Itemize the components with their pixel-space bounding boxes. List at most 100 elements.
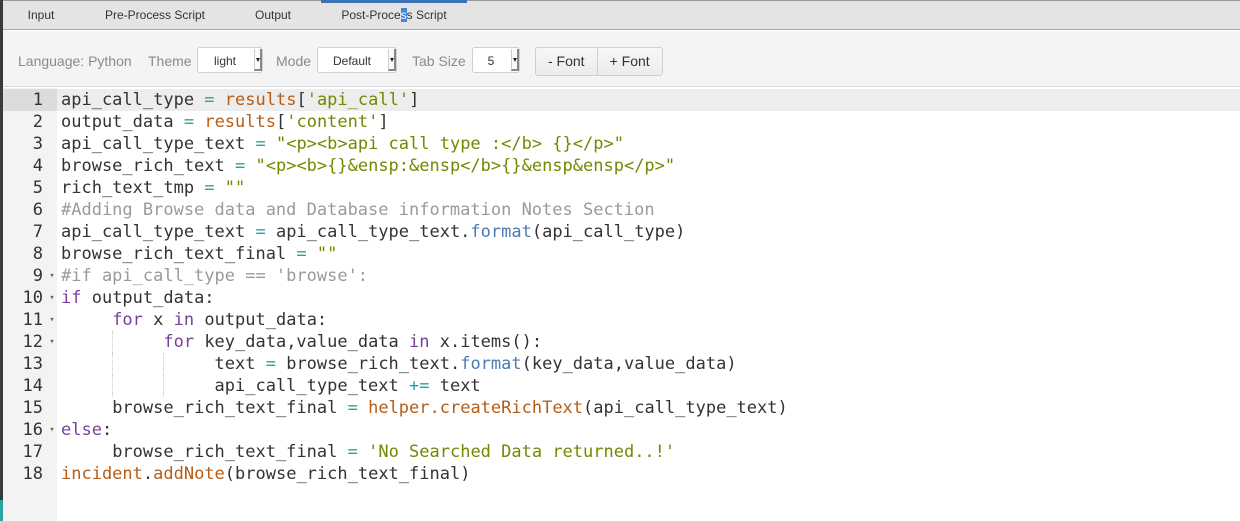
code-token: browse_rich_text_final <box>61 244 297 264</box>
code-token: results <box>204 112 276 132</box>
code-token: api_call_type_text <box>61 222 256 242</box>
code-token: [ <box>296 90 307 110</box>
decrease-font-button[interactable]: - Font <box>536 48 597 75</box>
code-text: api_call_type_text = api_call_type_text.… <box>61 221 685 243</box>
code-token: #Adding Browse data and Database informa… <box>61 200 655 220</box>
code-token: = <box>347 442 358 462</box>
code-line[interactable]: 2 output_data = results['content'] <box>3 111 1240 133</box>
code-token: api_call_type <box>61 90 205 110</box>
code-token: results <box>224 90 297 110</box>
tab-label-part: Post-Proce <box>341 8 401 22</box>
code-line[interactable]: 4 browse_rich_text = "<p><b>{}&ensp:&ensp… <box>3 155 1240 177</box>
tab-post-process-script[interactable]: Post-Process Script <box>321 0 467 30</box>
code-line[interactable]: 10 ▾ if output_data: <box>3 287 1240 309</box>
line-number: 7 <box>32 222 43 242</box>
code-line[interactable]: 1 api_call_type = results['api_call'] <box>3 89 1240 111</box>
line-number: 1 <box>3 89 57 111</box>
code-text: if output_data: <box>61 287 215 309</box>
code-line[interactable]: 7 api_call_type_text = api_call_type_text… <box>3 221 1240 243</box>
mode-select[interactable]: Default <box>317 47 397 73</box>
code-token: 'content' <box>286 112 379 132</box>
code-token: = <box>183 112 195 132</box>
line-number: 18 <box>22 464 43 484</box>
theme-label: Theme <box>148 53 192 69</box>
indent-guide <box>112 353 114 375</box>
fold-toggle-icon[interactable]: ▾ <box>47 265 57 287</box>
code-token: browse_rich_text. <box>275 354 461 374</box>
code-text: else: <box>61 419 112 441</box>
line-number: 13 <box>22 354 43 374</box>
code-token: browse_rich_text_final <box>112 442 348 462</box>
indent-guide <box>112 331 114 353</box>
code-token: = <box>204 178 215 198</box>
font-size-button-group: - Font + Font <box>535 47 663 76</box>
theme-select[interactable]: light <box>197 47 263 73</box>
code-token: (browse_rich_text_final) <box>224 464 471 484</box>
code-line[interactable]: 3 api_call_type_text = "<p><b>api call ty… <box>3 133 1240 155</box>
code-token: = <box>255 134 266 154</box>
tab-label-part: s Script <box>406 8 447 22</box>
code-line[interactable]: 12 ▾ for key_data,value_data in x.items()… <box>3 331 1240 353</box>
fold-toggle-icon[interactable]: ▾ <box>47 331 57 353</box>
code-token: else <box>61 420 102 440</box>
code-line[interactable]: 11 ▾ for x in output_data: <box>3 309 1240 331</box>
code-text: api_call_type_text = "<p><b>api call typ… <box>61 133 624 155</box>
code-text: #if api_call_type == 'browse': <box>61 265 368 287</box>
tab-input[interactable]: Input <box>20 1 62 30</box>
line-number: 17 <box>22 442 43 462</box>
code-line[interactable]: 16 ▾ else: <box>3 419 1240 441</box>
code-token: output_data: <box>194 310 328 330</box>
increase-font-button[interactable]: + Font <box>596 48 662 75</box>
window-left-border <box>0 0 3 521</box>
fold-toggle-icon[interactable]: ▾ <box>47 419 57 441</box>
code-line[interactable]: 6 #Adding Browse data and Database inform… <box>3 199 1240 221</box>
code-token: in <box>173 310 195 330</box>
code-token: text <box>429 376 481 396</box>
code-token: for <box>163 332 195 352</box>
tab-size-select[interactable]: 5 <box>472 47 520 73</box>
line-number: 8 <box>32 244 43 264</box>
tab-output[interactable]: Output <box>240 1 306 30</box>
code-token: in <box>409 332 430 352</box>
indent-guide <box>112 375 114 397</box>
fold-toggle-icon[interactable]: ▾ <box>47 287 57 309</box>
code-line[interactable]: 13 text = browse_rich_text.format(key_da… <box>3 353 1240 375</box>
code-token: output_data <box>61 112 184 132</box>
language-label: Language: Python <box>18 53 132 69</box>
code-token: [ <box>275 112 287 132</box>
code-line[interactable]: 5 rich_text_tmp = "" <box>3 177 1240 199</box>
chevron-down-icon <box>388 49 396 71</box>
code-text: browse_rich_text = "<p><b>{}&ensp:&ensp<… <box>61 155 675 177</box>
code-token: #if api_call_type == 'browse': <box>61 266 369 286</box>
code-token: api_call_type_text <box>61 134 256 154</box>
code-line[interactable]: 9 ▾ #if api_call_type == 'browse': <box>3 265 1240 287</box>
code-editor[interactable]: 1 api_call_type = results['api_call'] 2 out… <box>3 88 1240 521</box>
code-token: if <box>61 288 82 308</box>
editor-toolbar: Language: Python Theme light Mode Defaul… <box>3 31 1240 87</box>
code-token: browse_rich_text_final <box>112 398 348 418</box>
code-token: (key_data,value_data) <box>521 354 737 374</box>
code-token: api_call_type_text <box>214 376 409 396</box>
fold-toggle-icon[interactable]: ▾ <box>47 309 57 331</box>
code-text: rich_text_tmp = "" <box>61 177 245 199</box>
code-token: 'No Searched Data returned..!' <box>368 442 676 462</box>
code-line[interactable]: 14 api_call_type_text += text <box>3 375 1240 397</box>
tab-size-select-value: 5 <box>487 54 495 68</box>
code-text: #Adding Browse data and Database informa… <box>61 199 655 221</box>
code-token: text <box>214 354 266 374</box>
tab-pre-process-script[interactable]: Pre-Process Script <box>90 1 220 30</box>
code-line[interactable]: 18 incident.addNote(browse_rich_text_fina… <box>3 463 1240 485</box>
code-line[interactable]: 17 browse_rich_text_final = 'No Searched… <box>3 441 1240 463</box>
code-line[interactable]: 15 browse_rich_text_final = helper.creat… <box>3 397 1240 419</box>
code-text: browse_rich_text_final = 'No Searched Da… <box>61 441 675 463</box>
indent-guide <box>163 353 165 375</box>
code-token: += <box>409 376 430 396</box>
code-token: . <box>142 464 154 484</box>
code-text: browse_rich_text_final = "" <box>61 243 337 265</box>
code-line[interactable]: 8 browse_rich_text_final = "" <box>3 243 1240 265</box>
